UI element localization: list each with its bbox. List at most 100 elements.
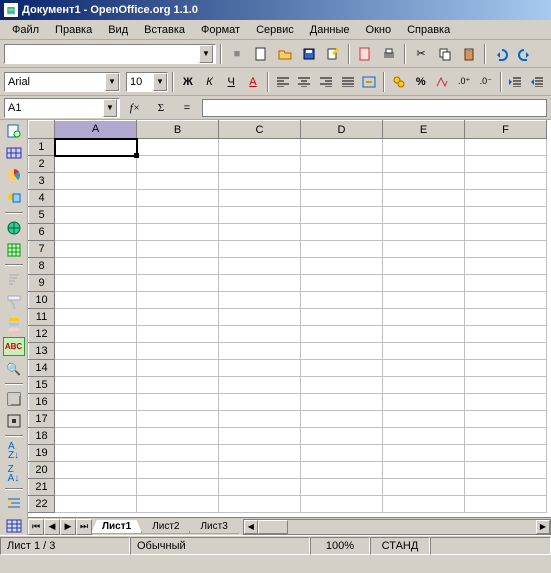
column-header[interactable]: C — [219, 121, 301, 139]
cell[interactable] — [219, 343, 301, 360]
cell[interactable] — [383, 292, 465, 309]
cell[interactable] — [137, 394, 219, 411]
sheet-tab-3[interactable]: Лист3 — [189, 520, 238, 534]
cell[interactable] — [465, 275, 547, 292]
menu-insert[interactable]: Вставка — [138, 22, 191, 38]
cell[interactable] — [383, 190, 465, 207]
cell[interactable] — [219, 479, 301, 496]
cell[interactable] — [219, 258, 301, 275]
cell[interactable] — [55, 394, 137, 411]
cell[interactable] — [465, 343, 547, 360]
cell[interactable] — [383, 156, 465, 173]
cell[interactable] — [383, 139, 465, 156]
cell[interactable] — [219, 462, 301, 479]
tab-first-icon[interactable]: ⏮ — [28, 519, 44, 535]
cell[interactable] — [55, 462, 137, 479]
cell[interactable] — [301, 377, 383, 394]
menu-file[interactable]: Файл — [6, 22, 45, 38]
cell[interactable] — [465, 139, 547, 156]
open-icon[interactable] — [274, 43, 296, 65]
cell[interactable] — [137, 377, 219, 394]
sheet-tab-2[interactable]: Лист2 — [141, 520, 190, 534]
hyperlink-icon[interactable] — [3, 219, 25, 237]
cell[interactable] — [301, 139, 383, 156]
cell[interactable] — [137, 156, 219, 173]
row-header[interactable]: 5 — [29, 207, 55, 224]
cell[interactable] — [465, 173, 547, 190]
cell[interactable] — [301, 156, 383, 173]
cell[interactable] — [137, 139, 219, 156]
subtotals-icon[interactable] — [3, 495, 25, 513]
cell[interactable] — [137, 360, 219, 377]
sort-icon[interactable] — [3, 271, 25, 289]
cell[interactable] — [137, 445, 219, 462]
cell[interactable] — [383, 377, 465, 394]
cell[interactable] — [301, 343, 383, 360]
row-header[interactable]: 9 — [29, 275, 55, 292]
group-icon[interactable] — [3, 315, 25, 333]
font-name-input[interactable] — [5, 73, 105, 91]
cell[interactable] — [137, 207, 219, 224]
cell[interactable] — [55, 156, 137, 173]
row-header[interactable]: 2 — [29, 156, 55, 173]
cell[interactable] — [219, 326, 301, 343]
cell-reference-input[interactable] — [5, 99, 103, 117]
cell[interactable] — [55, 173, 137, 190]
sort-asc-icon[interactable]: AZ↓ — [3, 442, 25, 460]
standard-format-icon[interactable] — [433, 71, 453, 93]
headers-icon[interactable] — [3, 390, 25, 408]
cell[interactable] — [55, 360, 137, 377]
paste-icon[interactable] — [458, 43, 480, 65]
cell[interactable] — [55, 309, 137, 326]
cell[interactable] — [383, 428, 465, 445]
cell[interactable] — [55, 326, 137, 343]
cell[interactable] — [55, 377, 137, 394]
name-box[interactable]: ▼ — [4, 98, 120, 118]
cell[interactable] — [301, 190, 383, 207]
row-header[interactable]: 19 — [29, 445, 55, 462]
row-header[interactable]: 6 — [29, 224, 55, 241]
column-header[interactable]: E — [383, 121, 465, 139]
font-size-input[interactable] — [127, 73, 153, 91]
cell[interactable] — [383, 258, 465, 275]
cell[interactable] — [465, 360, 547, 377]
cell[interactable] — [301, 207, 383, 224]
cell[interactable] — [301, 275, 383, 292]
row-header[interactable]: 12 — [29, 326, 55, 343]
remove-decimal-icon[interactable]: .0⁻ — [476, 71, 496, 93]
find-icon[interactable]: 🔍 — [3, 360, 25, 378]
insert-chart-icon[interactable] — [3, 166, 25, 184]
column-header[interactable]: A — [55, 121, 137, 139]
datapilot-icon[interactable] — [3, 517, 25, 535]
cell[interactable] — [55, 343, 137, 360]
sheet-icon[interactable] — [3, 241, 25, 259]
cell[interactable] — [137, 411, 219, 428]
cell[interactable] — [301, 224, 383, 241]
horizontal-scrollbar[interactable]: ◀ ▶ — [243, 519, 551, 535]
cell[interactable] — [383, 241, 465, 258]
cell[interactable] — [55, 275, 137, 292]
cell[interactable] — [219, 428, 301, 445]
row-header[interactable]: 16 — [29, 394, 55, 411]
cell[interactable] — [301, 496, 383, 513]
align-left-icon[interactable] — [273, 71, 293, 93]
cell[interactable] — [55, 428, 137, 445]
cell[interactable] — [465, 224, 547, 241]
sheet-tab-1[interactable]: Лист1 — [91, 520, 142, 534]
cell[interactable] — [219, 292, 301, 309]
select-all-corner[interactable] — [29, 121, 55, 139]
cell[interactable] — [465, 258, 547, 275]
cell[interactable] — [219, 241, 301, 258]
decrease-indent-icon[interactable] — [506, 71, 526, 93]
equals-icon[interactable]: = — [176, 97, 198, 119]
function-wizard-icon[interactable]: f× — [124, 97, 146, 119]
cell[interactable] — [55, 411, 137, 428]
cell[interactable] — [301, 428, 383, 445]
cell[interactable] — [219, 309, 301, 326]
merge-cells-icon[interactable] — [360, 71, 380, 93]
column-header[interactable]: B — [137, 121, 219, 139]
stop-icon[interactable]: ■ — [226, 43, 248, 65]
cell[interactable] — [219, 190, 301, 207]
increase-indent-icon[interactable] — [527, 71, 547, 93]
row-header[interactable]: 1 — [29, 139, 55, 156]
